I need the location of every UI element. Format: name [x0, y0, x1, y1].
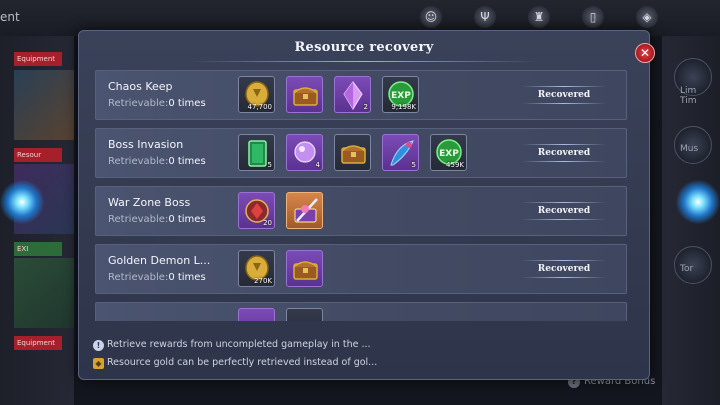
shield-icon[interactable]: ◈ — [636, 6, 658, 28]
recovered-button[interactable]: Recovered — [514, 258, 614, 280]
gold-coin-icon: ◆ — [93, 358, 104, 369]
music-label: Mus — [680, 144, 699, 154]
equipment-tag: Equipment — [14, 52, 62, 66]
reward-item-crystal[interactable]: 2 — [334, 76, 371, 113]
dialog-title: Resource recovery — [294, 40, 434, 55]
card-icon[interactable]: ▯ — [582, 6, 604, 28]
treasure-chest-icon — [341, 145, 366, 164]
item-quantity: 5 — [411, 161, 416, 169]
item-quantity: 4 — [315, 161, 320, 169]
recovery-row: Chaos Keep Retrievable:0 times 47,700 2 … — [95, 70, 627, 120]
equipment-thumbnail — [14, 70, 74, 140]
reward-item-chest[interactable] — [334, 134, 371, 171]
tip-text: Resource gold can be perfectly retrieved… — [107, 357, 378, 368]
resource-tag: Resour — [14, 148, 62, 162]
reward-item-feather[interactable]: 5 — [382, 134, 419, 171]
reward-item-orb[interactable]: 4 — [286, 134, 323, 171]
trident-icon[interactable]: Ψ — [474, 6, 496, 28]
character-icon[interactable]: ☺ — [420, 6, 442, 28]
item-quantity: 47,700 — [247, 103, 273, 111]
reward-item-gold[interactable]: 47,700 — [238, 76, 275, 113]
top-bar-partial-label: ent — [0, 10, 20, 24]
recovery-row: Golden Demon L... Retrievable:0 times 27… — [95, 244, 627, 294]
right-gem-ornament-icon — [676, 180, 720, 224]
item-quantity: 9,198K — [391, 103, 416, 111]
item-quantity: 2 — [363, 103, 368, 111]
treasure-chest-icon — [293, 261, 318, 280]
tips-section: ! Retrieve rewards from uncompleted game… — [93, 337, 377, 373]
recovery-row: War Zone Boss Retrievable:0 times 20 Rec… — [95, 186, 627, 236]
recovery-row: Boss Invasion Retrievable:0 times 5 4 5 … — [95, 128, 627, 178]
svg-text:EXP: EXP — [391, 91, 411, 101]
reward-item-partial[interactable] — [238, 308, 275, 321]
retrievable-times: 0 times — [168, 272, 206, 283]
reward-item-exp[interactable]: EXP 9,198K — [382, 76, 419, 113]
retrievable-label: Retrievable: — [108, 214, 169, 225]
recovery-row-partial — [95, 302, 627, 321]
activity-name: War Zone Boss — [108, 196, 191, 209]
tip-text: Retrieve rewards from uncompleted gamepl… — [107, 339, 371, 350]
item-quantity: 270K — [254, 277, 272, 285]
reward-item-tome[interactable]: 5 — [238, 134, 275, 171]
reward-item-chest[interactable] — [286, 250, 323, 287]
close-icon: ✕ — [639, 46, 651, 60]
activity-name: Chaos Keep — [108, 80, 173, 93]
reward-item-partial[interactable] — [286, 308, 323, 321]
activity-name: Boss Invasion — [108, 138, 184, 151]
sword-chest-icon — [294, 198, 318, 223]
treasure-chest-icon — [293, 87, 318, 106]
reward-item-chest[interactable] — [286, 76, 323, 113]
title-divider-right — [359, 61, 539, 62]
tower-label: Tor — [680, 264, 694, 274]
resource-recovery-dialog: Resource recovery ✕ Chaos Keep Retrievab… — [78, 30, 655, 380]
svg-text:EXP: EXP — [439, 149, 459, 159]
retrievable-count: Retrievable:0 times — [108, 272, 206, 283]
recovered-button[interactable]: Recovered — [514, 142, 614, 164]
title-divider-left — [189, 61, 369, 62]
item-quantity: 459K — [446, 161, 464, 169]
exp-thumbnail — [14, 258, 74, 328]
retrievable-times: 0 times — [168, 98, 206, 109]
recovery-list[interactable]: Chaos Keep Retrievable:0 times 47,700 2 … — [95, 70, 627, 321]
retrievable-times: 0 times — [168, 214, 206, 225]
recovered-button[interactable]: Recovered — [514, 200, 614, 222]
retrievable-label: Retrievable: — [108, 98, 169, 109]
item-quantity: 20 — [263, 219, 272, 227]
chalice-icon[interactable]: ♜ — [528, 6, 550, 28]
item-quantity: 5 — [267, 161, 272, 169]
retrievable-count: Retrievable:0 times — [108, 156, 206, 167]
retrievable-label: Retrievable: — [108, 156, 169, 167]
retrievable-count: Retrievable:0 times — [108, 214, 206, 225]
retrievable-count: Retrievable:0 times — [108, 98, 206, 109]
limited-time-label: Lim Tim — [680, 86, 697, 106]
close-button[interactable]: ✕ — [635, 43, 655, 63]
exp-tag: EXI — [14, 242, 62, 256]
recovered-button[interactable]: Recovered — [514, 84, 614, 106]
left-gem-ornament-icon — [0, 180, 44, 224]
equipment-tag-2: Equipment — [14, 336, 62, 350]
retrievable-label: Retrievable: — [108, 272, 169, 283]
reward-item-exp[interactable]: EXP 459K — [430, 134, 467, 171]
info-icon: ! — [93, 340, 104, 351]
tip-line: ! Retrieve rewards from uncompleted game… — [93, 337, 377, 355]
retrievable-times: 0 times — [168, 156, 206, 167]
tip-line: ◆ Resource gold can be perfectly retriev… — [93, 355, 377, 373]
activity-name: Golden Demon L... — [108, 254, 211, 267]
reward-item-gem[interactable]: 20 — [238, 192, 275, 229]
reward-item-gold[interactable]: 270K — [238, 250, 275, 287]
reward-item-sword-chest[interactable] — [286, 192, 323, 229]
